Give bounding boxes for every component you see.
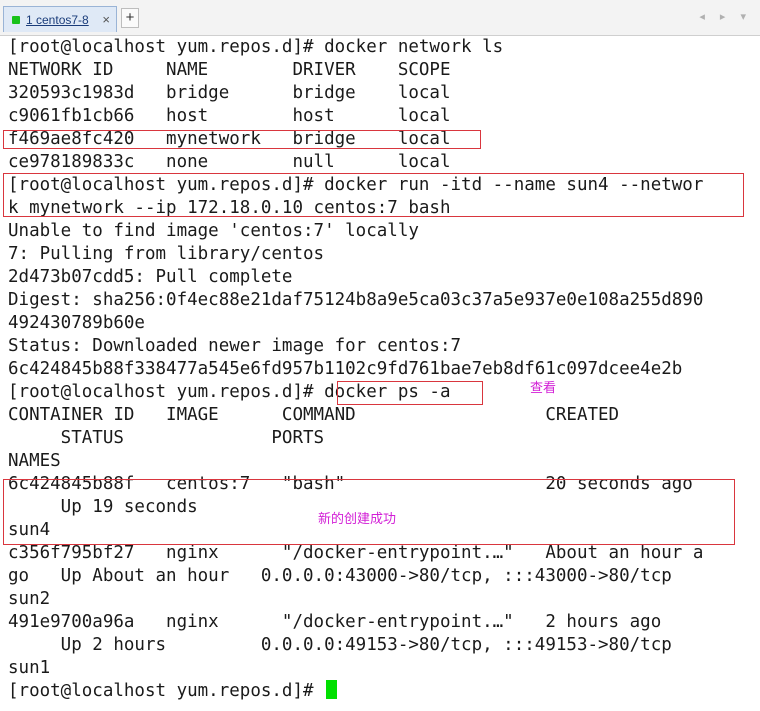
terminal-line: 7: Pulling from library/centos [8,244,325,264]
terminal-line: 6c424845b88f338477a545e6fd957b1102c9fd76… [8,359,683,379]
close-tab-icon[interactable]: × [102,12,110,27]
terminal-prompt-line[interactable]: [root@localhost yum.repos.d]# [8,680,338,703]
terminal-line: ce978189833c none null local [8,152,451,172]
connection-status-icon [12,15,20,24]
add-tab-button[interactable]: + [121,8,139,28]
terminal-line: CONTAINER ID IMAGE COMMAND CREATED [8,405,620,425]
terminal-line: [root@localhost yum.repos.d]# docker net… [8,37,504,57]
terminal-line: 492430789b60e [8,313,145,333]
tab-nav-arrows-icon[interactable]: ◂ ▸ ▾ [699,10,752,23]
terminal-line: Status: Downloaded newer image for cento… [8,336,462,356]
tab-bar: 1 centos7-8 × + ◂ ▸ ▾ [0,0,760,36]
highlight-box-run-command [3,173,744,217]
highlight-box-mynetwork [3,130,481,149]
highlight-box-ps-command [337,381,483,405]
terminal-line: sun1 [8,658,51,678]
terminal-line: Unable to find image 'centos:7' locally [8,221,419,241]
tab-centos7-8[interactable]: 1 centos7-8 × [3,6,117,32]
annotation-view: 查看 [530,381,557,396]
prompt-text: [root@localhost yum.repos.d]# [8,681,325,701]
terminal-line: go Up About an hour 0.0.0.0:43000->80/tc… [8,566,672,586]
terminal-line: NETWORK ID NAME DRIVER SCOPE [8,60,451,80]
terminal-line: NAMES [8,451,61,471]
terminal-line: 2d473b07cdd5: Pull complete [8,267,293,287]
terminal-line: 320593c1983d bridge bridge local [8,83,451,103]
terminal-line: c356f795bf27 nginx "/docker-entrypoint.…… [8,543,704,563]
terminal-line: STATUS PORTS [8,428,325,448]
tab-title: 1 centos7-8 [26,12,89,27]
annotation-created: 新的创建成功 [318,512,397,527]
terminal-line: 491e9700a96a nginx "/docker-entrypoint.…… [8,612,662,632]
terminal-line: Up 2 hours 0.0.0.0:49153->80/tcp, :::491… [8,635,672,655]
terminal-line: c9061fb1cb66 host host local [8,106,451,126]
text-cursor [326,680,338,699]
terminal-line: Digest: sha256:0f4ec88e21daf75124b8a9e5c… [8,290,704,310]
terminal-line: sun2 [8,589,51,609]
